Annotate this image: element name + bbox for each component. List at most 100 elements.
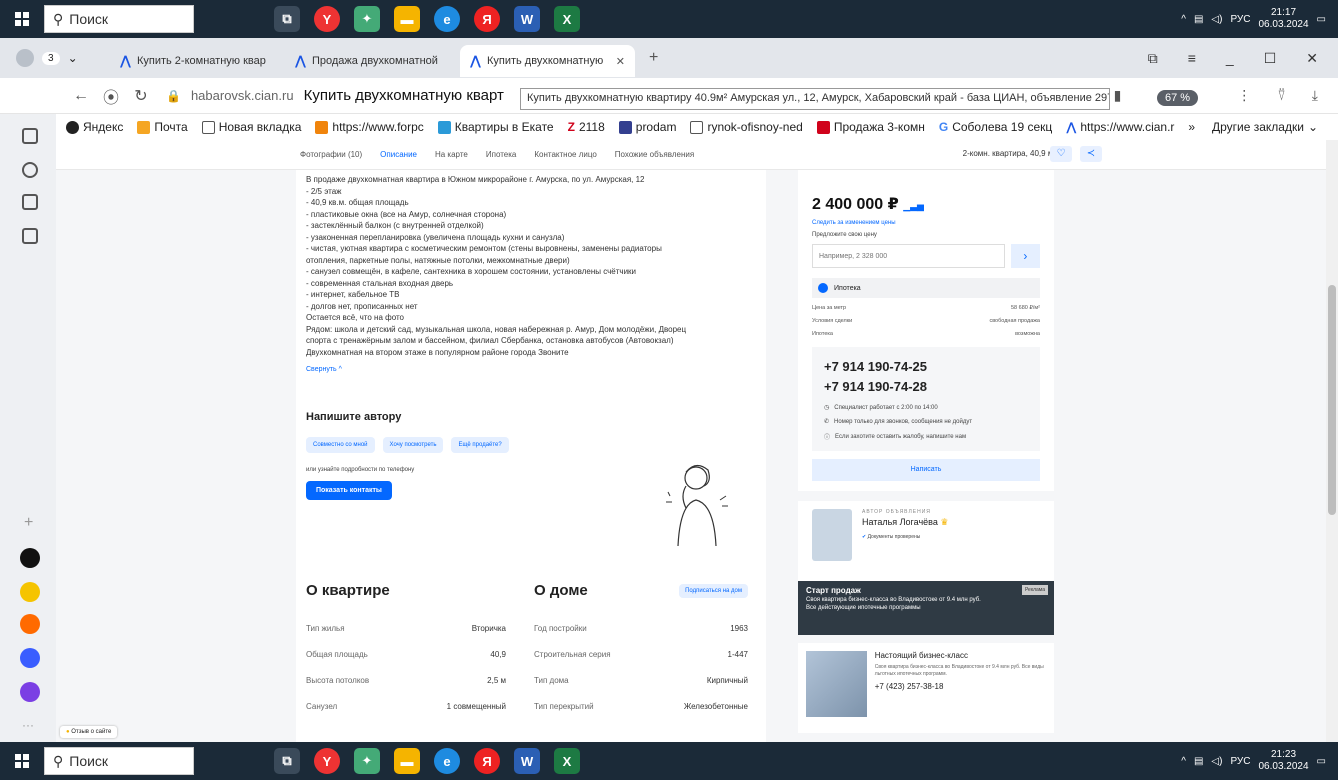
- file-explorer-icon[interactable]: ▬: [394, 6, 420, 32]
- ad-card[interactable]: Настоящий бизнес-класс Своя квартира биз…: [798, 643, 1054, 733]
- new-tab-button[interactable]: +: [649, 49, 658, 67]
- nav-contact[interactable]: Контактное лицо: [534, 150, 596, 159]
- nav-similar[interactable]: Похожие объявления: [615, 150, 694, 159]
- chevron-down-icon[interactable]: ⌄: [68, 51, 78, 65]
- subscribe-house-button[interactable]: Подписаться на дом: [679, 583, 748, 598]
- collapse-link[interactable]: Свернуть ^: [306, 366, 758, 373]
- bookmark-10[interactable]: G Соболева 19 секц: [939, 120, 1052, 134]
- feedback-button[interactable]: ● Отзыв о сайте: [60, 726, 118, 738]
- alice-icon[interactable]: [20, 682, 40, 702]
- phone-1[interactable]: +7 914 190-74-25: [824, 357, 1028, 377]
- app-icon[interactable]: ✦: [354, 748, 380, 774]
- close-icon[interactable]: ✕: [616, 55, 625, 68]
- phone-2[interactable]: +7 914 190-74-28: [824, 377, 1028, 397]
- maximize-button[interactable]: ☐: [1264, 50, 1277, 67]
- clock[interactable]: 21:17 06.03.2024: [1258, 7, 1308, 31]
- bookmark-2[interactable]: Почта: [137, 120, 188, 134]
- ad-banner[interactable]: Реклама Старт продаж Своя квартира бизне…: [798, 581, 1054, 635]
- edge-icon[interactable]: e: [434, 6, 460, 32]
- bookmarks-overflow[interactable]: »: [1188, 120, 1195, 134]
- tab-3-active[interactable]: ⋀ Купить двухкомнатную ✕: [460, 45, 635, 77]
- back-button[interactable]: ←: [66, 87, 96, 105]
- menu-icon[interactable]: ≡: [1188, 50, 1196, 67]
- bookmark-3[interactable]: Новая вкладка: [201, 120, 301, 134]
- write-button[interactable]: Написать: [812, 459, 1040, 481]
- bookmark-9[interactable]: Продажа 3-комн: [816, 120, 925, 134]
- chip-1[interactable]: Совместно со мной: [306, 437, 375, 453]
- lang-indicator[interactable]: РУС: [1230, 756, 1250, 767]
- bookmark-7[interactable]: prodam: [618, 120, 676, 134]
- task-view-icon[interactable]: ⧉: [274, 748, 300, 774]
- download-icon[interactable]: ⤓: [1312, 87, 1318, 104]
- word-icon[interactable]: W: [514, 748, 540, 774]
- avatar[interactable]: [812, 509, 852, 561]
- bookmark-5[interactable]: Квартиры в Екате: [437, 120, 554, 134]
- extensions-icon[interactable]: ⍢: [1277, 87, 1285, 104]
- nav-map[interactable]: На карте: [435, 150, 468, 159]
- volume-icon[interactable]: ◁): [1211, 756, 1222, 767]
- add-icon[interactable]: +: [24, 514, 33, 532]
- camera-icon[interactable]: [22, 228, 38, 244]
- nav-description[interactable]: Описание: [380, 150, 417, 159]
- yandex-browser-icon[interactable]: Y: [314, 748, 340, 774]
- tab-2[interactable]: ⋀ Продажа двухкомнатной: [285, 45, 460, 77]
- page-scrollbar[interactable]: [1326, 140, 1338, 742]
- notes-icon[interactable]: [22, 128, 38, 144]
- lang-indicator[interactable]: РУС: [1230, 14, 1250, 25]
- clock[interactable]: 21:23 06.03.2024: [1258, 749, 1308, 773]
- task-view-icon[interactable]: ⧉: [274, 6, 300, 32]
- chip-2[interactable]: Хочу посмотреть: [382, 437, 444, 453]
- volume-icon[interactable]: ◁): [1211, 14, 1222, 25]
- bookmark-6[interactable]: Z 2118: [568, 120, 605, 134]
- zoom-indicator[interactable]: 67 %: [1157, 90, 1199, 106]
- other-bookmarks[interactable]: Другие закладки ⌄: [1212, 120, 1338, 134]
- close-window-button[interactable]: ✕: [1306, 50, 1318, 67]
- bookmark-1[interactable]: Яндекс: [66, 120, 123, 134]
- messenger-icon[interactable]: [20, 648, 40, 668]
- chip-3[interactable]: Ещё продаёте?: [451, 437, 509, 453]
- more-icon[interactable]: ···: [22, 718, 34, 732]
- taskbar-search[interactable]: ⚲ Поиск: [44, 5, 194, 33]
- show-contacts-button[interactable]: Показать контакты: [306, 481, 392, 500]
- tab-counter[interactable]: 3: [42, 51, 60, 65]
- excel-icon[interactable]: X: [554, 6, 580, 32]
- yandex-market-icon[interactable]: [20, 582, 40, 602]
- nav-mortgage[interactable]: Ипотека: [486, 150, 517, 159]
- price-chart-icon[interactable]: ▁▃▅: [903, 201, 924, 211]
- protect-icon[interactable]: ⦿: [96, 84, 126, 108]
- taskbar-search[interactable]: ⚲ Поиск: [44, 747, 194, 775]
- minimize-button[interactable]: _: [1226, 50, 1234, 67]
- app-circle-icon[interactable]: [20, 548, 40, 568]
- tab-1[interactable]: ⋀ Купить 2-комнатную квар: [110, 45, 285, 77]
- scrollbar-thumb[interactable]: [1328, 285, 1336, 515]
- yandex-icon[interactable]: Я: [474, 748, 500, 774]
- app-icon[interactable]: ✦: [354, 6, 380, 32]
- calendar-icon[interactable]: [22, 194, 38, 210]
- play-icon[interactable]: [22, 162, 38, 178]
- share-icon[interactable]: ≺: [1080, 146, 1102, 162]
- excel-icon[interactable]: X: [554, 748, 580, 774]
- yandex-icon[interactable]: Я: [474, 6, 500, 32]
- offer-price-input[interactable]: [812, 244, 1005, 268]
- bookmark-8[interactable]: rynok-ofisnoy-ned: [690, 120, 803, 134]
- mail-icon[interactable]: [20, 614, 40, 634]
- favorite-heart-icon[interactable]: ♡: [1050, 146, 1072, 162]
- follow-price-link[interactable]: Следить за изменением цены: [812, 220, 1040, 226]
- tray-chevron-icon[interactable]: ^: [1181, 14, 1186, 25]
- author-name[interactable]: Наталья Логачёва ♛: [862, 517, 948, 528]
- file-explorer-icon[interactable]: ▬: [394, 748, 420, 774]
- start-button[interactable]: [0, 0, 44, 38]
- bookmark-4[interactable]: https://www.forpc: [315, 120, 424, 134]
- tray-chevron-icon[interactable]: ^: [1181, 756, 1186, 767]
- network-icon[interactable]: ▤: [1194, 756, 1203, 767]
- network-icon[interactable]: ▤: [1194, 14, 1203, 25]
- notifications-icon[interactable]: ▭: [1317, 756, 1326, 767]
- start-button[interactable]: [0, 742, 44, 780]
- bookmark-icon[interactable]: ▮: [1114, 87, 1122, 104]
- notifications-icon[interactable]: ▭: [1317, 14, 1326, 25]
- yandex-browser-icon[interactable]: Y: [314, 6, 340, 32]
- nav-photos[interactable]: Фотографии (10): [300, 150, 362, 159]
- collections-icon[interactable]: ⧉: [1148, 50, 1158, 67]
- word-icon[interactable]: W: [514, 6, 540, 32]
- profile-icon[interactable]: [16, 49, 34, 67]
